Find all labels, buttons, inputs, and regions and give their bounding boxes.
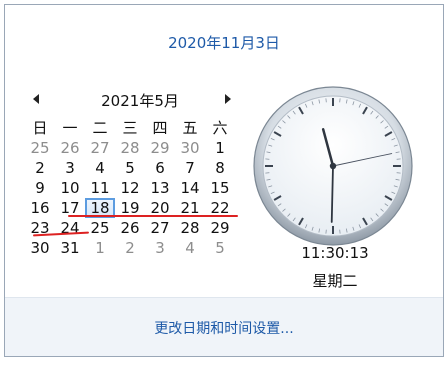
calendar-day[interactable]: 13 — [145, 178, 175, 198]
calendar-day[interactable]: 4 — [175, 238, 205, 258]
weekday-header: 一 — [55, 118, 85, 138]
next-month-button[interactable] — [219, 90, 237, 108]
calendar-day[interactable]: 25 — [85, 218, 115, 238]
calendar-day[interactable]: 3 — [145, 238, 175, 258]
analog-clock — [252, 85, 414, 247]
weekday-header: 六 — [205, 118, 235, 138]
calendar-week-row: 9101112131415 — [25, 178, 235, 198]
calendar-day[interactable]: 27 — [145, 218, 175, 238]
calendar-day[interactable]: 28 — [115, 138, 145, 158]
calendar-day[interactable]: 5 — [115, 158, 145, 178]
weekday-header-row: 日一二三四五六 — [25, 118, 235, 138]
calendar-day[interactable]: 2 — [115, 238, 145, 258]
minute-hand — [332, 166, 333, 222]
calendar-day[interactable]: 30 — [25, 238, 55, 258]
calendar-day[interactable]: 3 — [55, 158, 85, 178]
calendar-day[interactable]: 28 — [175, 218, 205, 238]
calendar-day[interactable]: 7 — [175, 158, 205, 178]
weekday-name: 星期二 — [295, 270, 375, 291]
calendar-day[interactable]: 16 — [25, 198, 55, 218]
weekday-header: 日 — [25, 118, 55, 138]
calendar-day[interactable]: 1 — [205, 138, 235, 158]
calendar-day[interactable]: 10 — [55, 178, 85, 198]
calendar-day[interactable]: 31 — [55, 238, 85, 258]
change-datetime-settings-link[interactable]: 更改日期和时间设置... — [5, 318, 443, 338]
calendar-day[interactable]: 26 — [55, 138, 85, 158]
calendar-day[interactable]: 4 — [85, 158, 115, 178]
calendar-day[interactable]: 6 — [145, 158, 175, 178]
calendar-day[interactable]: 15 — [205, 178, 235, 198]
calendar-day[interactable]: 26 — [115, 218, 145, 238]
calendar-grid: 日一二三四五六252627282930123456789101112131415… — [25, 118, 235, 258]
weekday-header: 五 — [175, 118, 205, 138]
date-time-flyout: 2020年11月3日 2021年5月 日一二三四五六25262728293012… — [4, 4, 444, 357]
calendar-day[interactable]: 2 — [25, 158, 55, 178]
calendar-day[interactable]: 14 — [175, 178, 205, 198]
calendar-week-row: 303112345 — [25, 238, 235, 258]
calendar-day[interactable]: 11 — [85, 178, 115, 198]
current-date-link[interactable]: 2020年11月3日 — [5, 32, 443, 53]
weekday-header: 四 — [145, 118, 175, 138]
calendar-nav: 2021年5月 — [25, 88, 225, 112]
calendar-day[interactable]: 5 — [205, 238, 235, 258]
weekday-header: 三 — [115, 118, 145, 138]
red-underline-annotation — [68, 215, 238, 217]
digital-time: 11:30:13 — [295, 244, 375, 262]
calendar-day[interactable]: 12 — [115, 178, 145, 198]
calendar-day[interactable]: 30 — [175, 138, 205, 158]
weekday-header: 二 — [85, 118, 115, 138]
calendar-day[interactable]: 1 — [85, 238, 115, 258]
calendar-day[interactable]: 27 — [85, 138, 115, 158]
calendar-day[interactable]: 8 — [205, 158, 235, 178]
calendar-day[interactable]: 29 — [145, 138, 175, 158]
clock-center-pin — [330, 163, 336, 169]
calendar-week-row: 2345678 — [25, 158, 235, 178]
calendar-day[interactable]: 29 — [205, 218, 235, 238]
calendar-day[interactable]: 9 — [25, 178, 55, 198]
calendar-week-row: 2526272829301 — [25, 138, 235, 158]
calendar: 2021年5月 日一二三四五六2526272829301234567891011… — [25, 88, 225, 112]
calendar-day[interactable]: 25 — [25, 138, 55, 158]
chevron-right-icon — [225, 94, 231, 104]
footer: 更改日期和时间设置... — [5, 297, 443, 356]
